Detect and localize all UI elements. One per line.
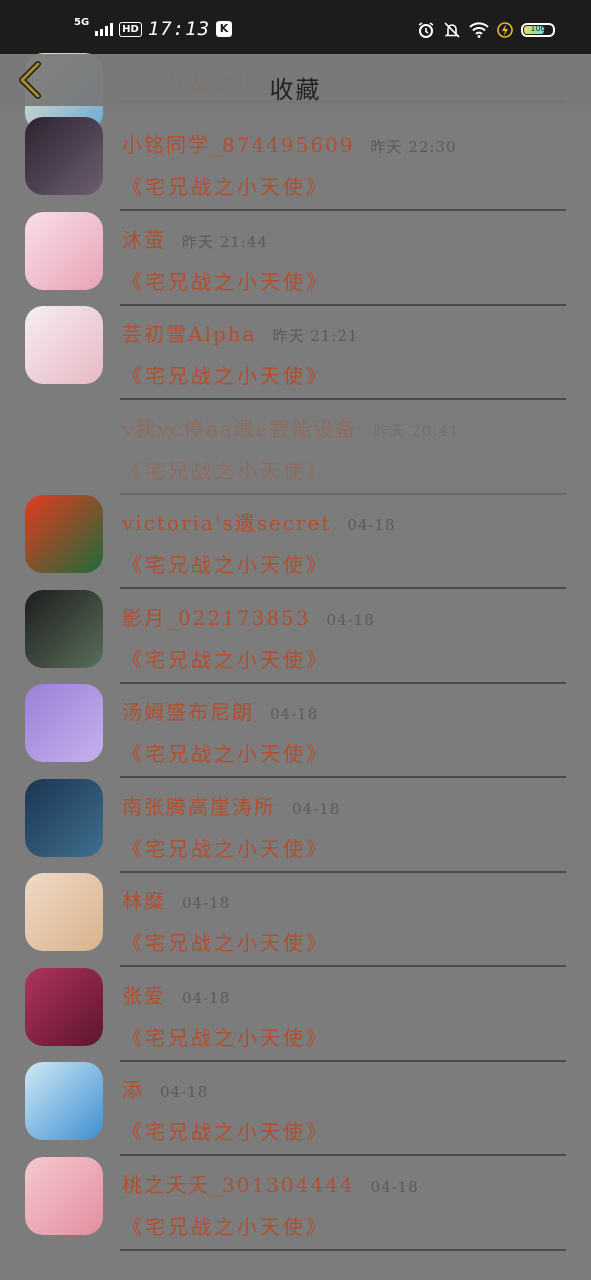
hd-badge: HD <box>119 21 142 37</box>
item-message: 《宅兄战之小天使》 <box>122 364 329 388</box>
list-item[interactable]: 添 04-18 《宅兄战之小天使》 <box>0 1050 591 1156</box>
item-time: 04-18 <box>370 1177 419 1196</box>
item-name: 添 <box>122 1078 144 1102</box>
list-item[interactable]: 沐萤 昨天 21:44 《宅兄战之小天使》 <box>0 200 591 306</box>
list-item[interactable]: 林糜 04-18 《宅兄战之小天使》 <box>0 861 591 967</box>
item-message: 《宅兄战之小天使》 <box>122 1025 329 1050</box>
item-time: 04-18 <box>160 1083 209 1101</box>
avatar[interactable] <box>25 401 103 479</box>
item-name-line: 小铭同学_874495609 昨天 22:30 <box>122 129 457 158</box>
list-item[interactable]: 张爱 04-18 《宅兄战之小天使》 <box>0 956 591 1062</box>
list-item[interactable]: victoria's遗secret 04-18 《宅兄战之小天使》 <box>0 483 591 589</box>
item-time: 昨天 20:41 <box>373 421 460 440</box>
list-item[interactable]: 南张腾高崖涛所 04-18 《宅兄战之小天使》 <box>0 767 591 873</box>
item-message: 《宅兄战之小天使》 <box>122 175 329 199</box>
avatar[interactable] <box>25 1156 103 1235</box>
item-name-line: victoria's遗secret 04-18 <box>122 507 396 536</box>
item-name: 张爱 <box>122 983 166 1008</box>
item-name: 小铭同学_874495609 <box>122 133 355 157</box>
item-name-line: 影月_022173853 04-18 <box>122 602 375 631</box>
avatar[interactable] <box>25 778 103 857</box>
avatar[interactable] <box>25 211 103 290</box>
avatar[interactable] <box>25 306 103 384</box>
avatar[interactable] <box>25 684 103 762</box>
page-title: 收藏 <box>269 76 322 104</box>
alarm-icon <box>418 22 434 38</box>
item-name-line: 南张腾高崖涛所 04-18 <box>122 791 340 820</box>
list-item[interactable]: 汤姆盛布尼朗 04-18 《宅兄战之小天使》 <box>0 672 591 778</box>
item-name: 芸初雪Alpha <box>122 322 257 346</box>
header: 收藏 <box>0 54 591 106</box>
item-message: 《宅兄战之小天使》 <box>122 1120 329 1144</box>
item-message: 《宅兄战之小天使》 <box>122 647 329 672</box>
list-item[interactable]: 芸初雪Alpha 昨天 21:21 《宅兄战之小天使》 <box>0 294 591 400</box>
item-time: 04-18 <box>347 516 396 534</box>
battery-icon: 100 <box>521 23 555 37</box>
item-name: v我vc停aa遗e智能设备 <box>122 416 358 441</box>
item-message: 《宅兄战之小天使》 <box>122 1214 329 1239</box>
list-item[interactable]: 影月_022173853 04-18 《宅兄战之小天使》 <box>0 578 591 684</box>
avatar[interactable] <box>25 495 103 573</box>
item-name: 桃之夭夭_301304444 <box>122 1172 355 1197</box>
item-name: 南张腾高崖涛所 <box>122 794 276 819</box>
item-name-line: 添 04-18 <box>122 1074 208 1103</box>
avatar[interactable] <box>25 1062 103 1140</box>
item-time: 04-18 <box>182 988 231 1007</box>
avatar[interactable] <box>25 589 103 668</box>
item-time: 04-18 <box>182 894 231 912</box>
avatar[interactable] <box>25 117 103 195</box>
item-name: 影月_022173853 <box>122 605 311 630</box>
item-message: 《宅兄战之小天使》 <box>122 553 329 577</box>
item-name: 沐萤 <box>122 227 166 252</box>
item-time: 昨天 21:21 <box>272 327 359 345</box>
avatar[interactable] <box>25 873 103 951</box>
wifi-icon <box>469 22 489 38</box>
item-message: 《宅兄战之小天使》 <box>122 458 329 483</box>
item-message: 《宅兄战之小天使》 <box>122 836 329 861</box>
item-time: 昨天 22:30 <box>370 138 457 156</box>
avatar[interactable] <box>25 967 103 1046</box>
item-message: 《宅兄战之小天使》 <box>122 742 329 766</box>
k-badge-icon: K <box>216 21 233 37</box>
signal-icon <box>95 22 114 36</box>
item-message: 《宅兄战之小天使》 <box>122 931 329 955</box>
item-name-line: 林糜 04-18 <box>122 885 230 914</box>
charging-icon <box>497 22 513 38</box>
item-name: victoria's遗secret <box>122 511 332 535</box>
network-type: 5G <box>74 17 90 28</box>
item-name: 汤姆盛布尼朗 <box>122 700 254 724</box>
status-time: 17:13 <box>147 18 211 40</box>
item-time: 昨天 21:44 <box>182 232 268 251</box>
list-item[interactable]: 小铭同学_874495609 昨天 22:30 《宅兄战之小天使》 <box>0 105 591 211</box>
list-item[interactable]: 桃之夭夭_301304444 04-18 《宅兄战之小天使》 <box>0 1145 591 1251</box>
item-name-line: 张爱 04-18 <box>122 980 230 1009</box>
mute-bell-icon <box>444 22 460 38</box>
favorites-list: 《宅兄战之小天使》 小铭同学_874495609 昨天 22:30 《宅兄战之小天使》… <box>0 53 591 1251</box>
divider <box>120 1248 566 1251</box>
item-time: 04-18 <box>326 610 375 629</box>
item-name: 林糜 <box>122 889 166 913</box>
item-message: 《宅兄战之小天使》 <box>122 269 329 294</box>
list-item[interactable]: v我vc停aa遗e智能设备 昨天 20:41 《宅兄战之小天使》 <box>0 389 591 495</box>
item-name-line: 汤姆盛布尼朗 04-18 <box>122 696 318 725</box>
item-name-line: v我vc停aa遗e智能设备 昨天 20:41 <box>122 413 459 442</box>
item-name-line: 芸初雪Alpha 昨天 21:21 <box>122 318 358 347</box>
item-name-line: 桃之夭夭_301304444 04-18 <box>122 1169 419 1198</box>
item-name-line: 沐萤 昨天 21:44 <box>122 224 268 253</box>
item-time: 04-18 <box>292 799 341 818</box>
item-time: 04-18 <box>270 705 319 723</box>
battery-text: 100 <box>530 24 546 33</box>
